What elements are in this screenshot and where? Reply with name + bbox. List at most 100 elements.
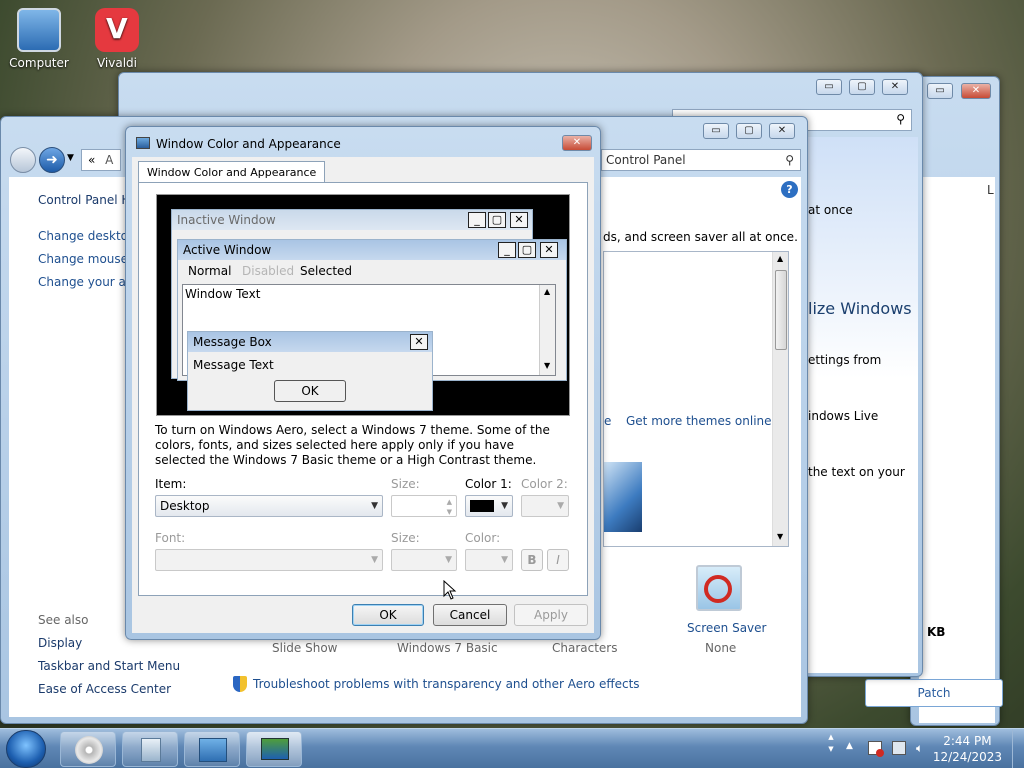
sidebar-link-account[interactable]: Change your acc [38,275,139,289]
minimize-icon[interactable]: ▭ [927,83,953,99]
menu-selected: Selected [300,264,353,278]
scroll-thumb[interactable] [775,270,787,350]
font-select[interactable]: ▼ [155,549,383,571]
back-button[interactable] [10,147,36,173]
address-bar[interactable]: « A [81,149,121,171]
tab-window-color[interactable]: Window Color and Appearance [138,161,326,183]
clock-time: 2:44 PM [943,734,992,748]
description-text: ds, and screen saver all at once. [603,230,798,244]
close-icon[interactable]: ✕ [882,79,908,95]
item-select[interactable]: Desktop ▼ [155,495,383,517]
item-label: Item: [155,477,187,491]
preview-ok-button: OK [274,380,346,402]
themes-link-partial[interactable]: e [604,414,611,428]
sidebar-link-desktop[interactable]: Change desktop [38,229,136,243]
close-icon: ✕ [510,212,528,228]
desktop-icon-vivaldi[interactable]: V Vivaldi [82,8,152,70]
cancel-button[interactable]: Cancel [433,604,507,626]
desktop-icon-label: Computer [9,56,69,70]
taskbar-media-player[interactable] [60,731,116,767]
sidebar-home-link[interactable]: Control Panel Ho [38,193,138,207]
chevron-down-icon: ▼ [501,501,508,511]
help-icon[interactable]: ? [781,181,798,198]
address-chevron: « [88,153,96,167]
show-desktop-button[interactable] [1012,729,1024,768]
background-window-right[interactable]: ▭ ✕ L KB Patch [865,76,1003,726]
message-box-title: Message Box [193,335,272,349]
scroll-down-icon[interactable]: ▼ [777,532,783,541]
maximize-icon[interactable]: ▢ [849,79,875,95]
screen-saver-link[interactable]: Screen Saver [687,621,766,635]
color2-picker[interactable]: ▼ [521,495,569,517]
chevron-down-icon: ▼ [445,555,452,565]
screen-saver-icon[interactable] [696,565,742,611]
maximize-icon[interactable]: ▢ [736,123,762,139]
italic-button[interactable]: I [547,549,569,571]
appearance-preview[interactable]: Inactive Window _ ▢ ✕ Active Window _ ▢ … [156,194,570,416]
close-icon[interactable]: ✕ [769,123,795,139]
font-color-picker[interactable]: ▼ [465,549,513,571]
patch-button[interactable]: Patch [865,679,1003,707]
see-also-taskbar[interactable]: Taskbar and Start Menu [38,659,180,673]
taskbar-scroll[interactable]: ▲ ▼ [826,731,836,767]
taskbar-control-panel[interactable] [184,731,240,767]
show-hidden-icons[interactable]: ▲ [846,741,853,751]
taskbar-personalization[interactable] [246,731,302,767]
text-line: the text on your [808,465,905,479]
start-button[interactable] [6,730,46,768]
desktop-icon-label: Vivaldi [96,56,138,70]
minimize-icon: _ [468,212,486,228]
close-icon[interactable]: ✕ [562,135,592,151]
text-at-once: at once [808,203,853,217]
address-bar-right[interactable]: Control Panel ⚲ [601,149,801,171]
network-icon[interactable] [892,741,906,755]
volume-icon[interactable]: 🔈︎ [916,741,930,755]
sounds-label[interactable]: Characters [552,641,618,655]
font-size-select[interactable]: ▼ [391,549,457,571]
taskbar-file-explorer[interactable] [122,731,178,767]
scrollbar[interactable]: ▲ ▼ [772,252,788,546]
desktop-icon-computer[interactable]: Computer [4,8,74,70]
get-more-themes-link[interactable]: Get more themes online [626,414,772,428]
action-center-icon[interactable] [868,741,884,757]
color1-swatch [470,500,494,512]
vivaldi-icon: V [95,8,139,52]
text-line: indows Live [808,409,879,423]
apply-button[interactable]: Apply [514,604,588,626]
window-text: Window Text [185,287,261,301]
active-window-title: Active Window [183,243,272,257]
scroll-up-icon[interactable]: ▲ [777,254,783,263]
theme-thumbnail[interactable] [604,462,642,532]
see-also-ease-of-access[interactable]: Ease of Access Center [38,682,171,696]
system-clock[interactable]: 2:44 PM 12/24/2023 [933,733,1002,765]
font-size-label: Size: [391,531,420,545]
size-stepper[interactable]: ▲ ▼ [391,495,457,517]
dialog-title: Window Color and Appearance [156,137,341,151]
forward-button[interactable]: ➜ [39,147,65,173]
recent-pages-icon[interactable]: ▼ [67,153,74,163]
color-label[interactable]: Windows 7 Basic [397,641,498,655]
font-label: Font: [155,531,186,545]
ok-button[interactable]: OK [352,604,424,626]
theme-list[interactable]: e Get more themes online ▲ ▼ [603,251,789,547]
close-icon[interactable]: ✕ [961,83,991,99]
size-text: KB [927,625,946,639]
minimize-icon[interactable]: ▭ [703,123,729,139]
color1-picker[interactable]: ▼ [465,495,513,517]
font-color-label: Color: [465,531,501,545]
column-header: L [987,183,994,197]
minimize-icon[interactable]: ▭ [816,79,842,95]
preview-message-box: Message Box ✕ Message Text OK [187,331,433,411]
troubleshoot-link[interactable]: Troubleshoot problems with transparency … [253,677,640,691]
bold-button[interactable]: B [521,549,543,571]
address-tail: Control Panel [606,153,686,167]
size-label: Size: [391,477,420,491]
see-also-display[interactable]: Display [38,636,82,650]
search-icon[interactable]: ⚲ [785,150,794,170]
text-line: ettings from [808,353,882,367]
minimize-icon: _ [498,242,516,258]
window-color-dialog[interactable]: Window Color and Appearance ✕ Window Col… [125,126,601,640]
message-text: Message Text [193,358,274,372]
slide-show-label[interactable]: Slide Show [272,641,337,655]
color1-label: Color 1: [465,477,512,491]
